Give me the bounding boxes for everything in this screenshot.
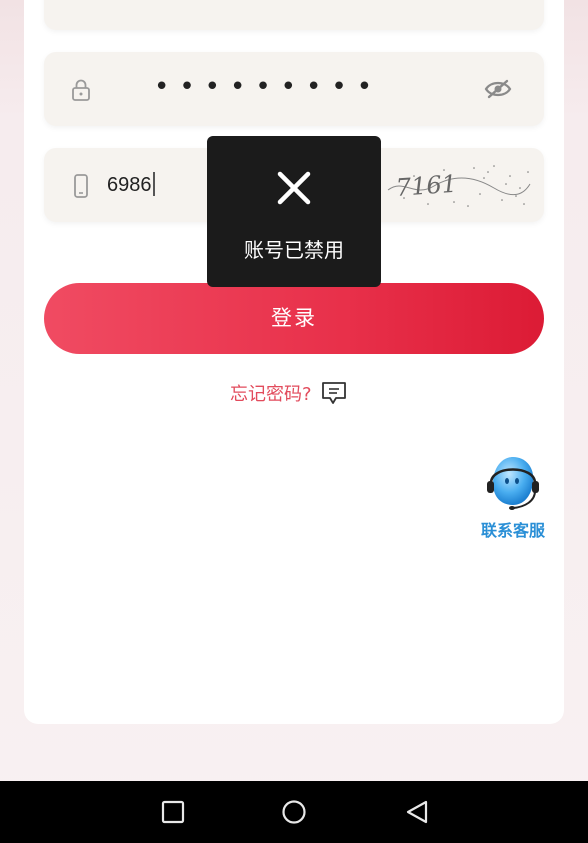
system-nav-bar (0, 781, 588, 843)
captcha-text: 7161 (395, 170, 458, 202)
password-field[interactable]: ••••••••• (44, 52, 544, 126)
eye-off-icon[interactable] (484, 78, 512, 100)
chat-bubble-icon (321, 382, 346, 404)
username-field[interactable] (44, 0, 544, 30)
phone-icon (74, 174, 88, 198)
square-icon[interactable] (160, 799, 186, 825)
login-page: ••••••••• 6986 7161 登录 忘记密码? 联系客服 账号已禁用 (0, 0, 588, 843)
login-button[interactable]: 登录 (44, 283, 544, 354)
circle-icon[interactable] (281, 799, 307, 825)
toast-message: 账号已禁用 (244, 238, 344, 262)
contact-support-label: 联系客服 (480, 521, 545, 540)
triangle-back-icon[interactable] (404, 799, 430, 825)
close-icon (277, 171, 311, 205)
text-caret (152, 172, 155, 196)
forgot-password-link[interactable]: 忘记密码? (230, 380, 348, 406)
forgot-password-label: 忘记密码? (230, 384, 312, 405)
lock-icon (72, 79, 90, 101)
headset-icon (487, 457, 539, 510)
error-toast: 账号已禁用 (207, 136, 381, 287)
user-icon (70, 0, 92, 8)
password-value: ••••••••• (154, 72, 383, 102)
contact-support-button[interactable]: 联系客服 (468, 445, 558, 545)
captcha-image[interactable]: 7161 (384, 158, 534, 212)
verification-code-input[interactable]: 6986 (107, 172, 155, 197)
